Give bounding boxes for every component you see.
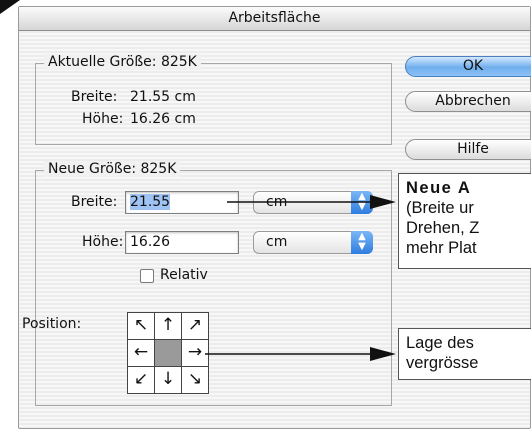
- position-pointer-arrowhead-icon: [370, 347, 396, 361]
- width-pointer-arrowhead-icon: [370, 195, 396, 209]
- callout-pointers: [205, 195, 396, 361]
